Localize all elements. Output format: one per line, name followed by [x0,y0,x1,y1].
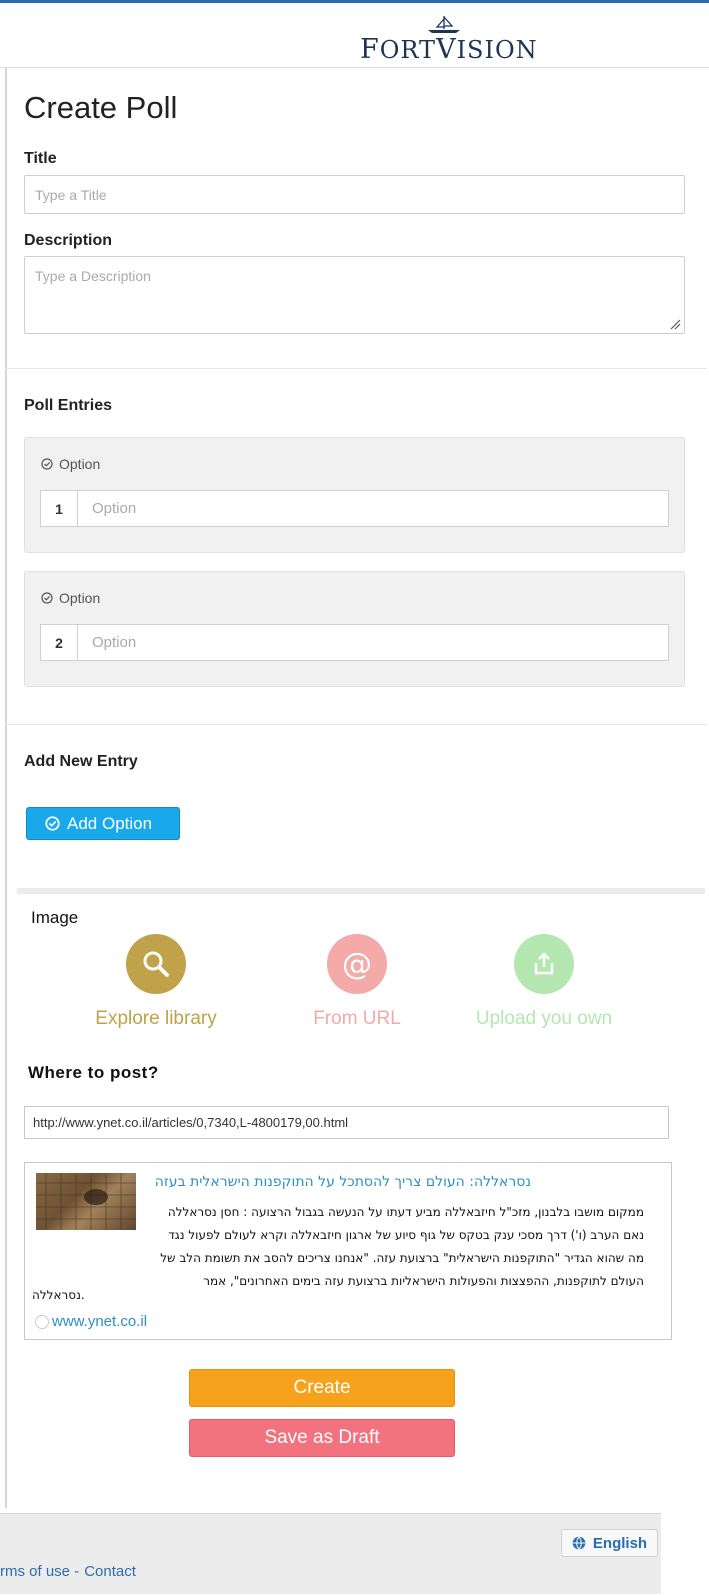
top-accent-bar [0,0,709,3]
globe-icon [572,1536,586,1550]
preview-site-link[interactable]: www.ynet.co.il [35,1313,147,1330]
link-preview-card: נסראללה: העולם צריך להסתכל על התוקפנות ה… [24,1162,672,1340]
entry-number: 2 [41,625,78,660]
entry-option-field[interactable]: 2 Option [40,624,669,661]
fortvision-logo[interactable]: FORTVISION [360,14,550,65]
language-button[interactable]: English [561,1529,658,1557]
poll-entry-card: Option 1 Option [24,437,685,553]
poll-entries-heading: Poll Entries [24,397,113,414]
from-url-option[interactable]: @ From URL [267,934,447,1030]
poll-entry-card: Option 2 Option [24,571,685,687]
upload-icon [514,934,574,994]
check-circle-icon [45,816,60,831]
preview-description: ממקום מושבו בלבנון, מזכ"ל חיזבאללה מביע … [160,1205,644,1288]
description-textarea[interactable]: Type a Description [24,256,685,334]
image-label: Image [31,908,79,927]
description-label: Description [24,232,113,249]
resize-handle-icon[interactable] [669,318,681,330]
terms-link[interactable]: rms of use - [0,1563,79,1580]
entry-label: Option [41,590,100,606]
entry-label: Option [41,456,100,472]
title-input[interactable]: Type a Title [24,175,685,214]
entry-option-field[interactable]: 1 Option [40,490,669,527]
preview-description-tail: נסראללה. [32,1288,85,1302]
explore-library-option[interactable]: Explore library [66,934,246,1030]
preview-thumbnail [36,1173,136,1230]
post-url-input[interactable]: http://www.ynet.co.il/articles/0,7340,L-… [24,1106,669,1139]
site-radio[interactable] [35,1314,49,1329]
preview-title[interactable]: נסראללה: העולם צריך להסתכל על התוקפנות ה… [155,1174,531,1190]
footer-edge [661,1502,709,1595]
section-divider [5,368,707,369]
section-divider [5,724,707,725]
entry-number: 1 [41,491,78,526]
contact-link[interactable]: Contact [84,1563,136,1580]
add-new-entry-heading: Add New Entry [24,753,138,770]
save-draft-button[interactable]: Save as Draft [189,1419,455,1457]
footer: English rms of use - Contact [0,1502,709,1595]
title-label: Title [24,150,57,167]
image-source-panel: Image Explore library @ From URL Upload … [17,888,705,1033]
upload-own-option[interactable]: Upload you own [454,934,634,1030]
page-title: Create Poll [24,90,178,125]
ship-icon [428,16,460,33]
entry-option-input[interactable]: Option [78,491,668,526]
check-circle-icon [41,458,53,470]
add-option-button[interactable]: Add Option [26,807,180,840]
search-icon [126,934,186,994]
entry-option-input[interactable]: Option [78,625,668,660]
description-placeholder: Type a Description [35,268,151,284]
logo-wordmark: FORTVISION [360,34,538,65]
footer-links: rms of use - Contact [0,1563,136,1580]
where-to-post-heading: Where to post? [28,1063,159,1082]
create-button[interactable]: Create [189,1369,455,1407]
at-sign-icon: @ [327,934,387,994]
check-circle-icon [41,592,53,604]
